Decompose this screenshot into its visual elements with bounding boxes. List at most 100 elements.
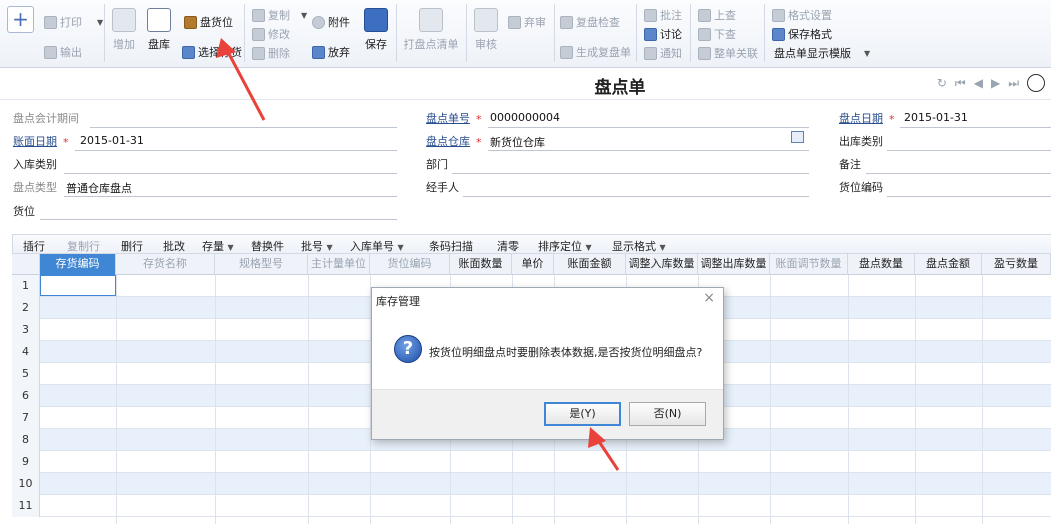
format-settings-label: 格式设置 (788, 9, 832, 22)
dept-input[interactable] (452, 173, 809, 174)
column-header[interactable]: 账面数量 (450, 254, 512, 275)
stock-button[interactable]: 存量 ▼ (202, 238, 234, 254)
out-type-input[interactable] (887, 150, 1051, 151)
table-row[interactable]: 11 (12, 495, 1051, 517)
inventory-button[interactable]: 盘库 (143, 8, 175, 52)
column-header[interactable]: 账面金额 (554, 254, 626, 275)
unaudit-button[interactable]: 弃审 (508, 14, 546, 30)
barcode-button[interactable]: 条码扫描 (429, 238, 473, 254)
modify-button[interactable]: 修改 (252, 26, 290, 42)
search-icon[interactable] (1027, 74, 1045, 92)
template-select[interactable]: 盘点单显示模版 ▼ (774, 45, 870, 61)
table-row[interactable]: 10 (12, 473, 1051, 495)
chevron-down-icon: ▼ (397, 243, 404, 252)
count-date-input[interactable] (900, 127, 1051, 128)
lookup-icon[interactable] (791, 131, 804, 143)
table-row[interactable]: 9 (12, 451, 1051, 473)
count-type-input[interactable] (64, 196, 397, 197)
last-record-icon[interactable]: ⏭ (1008, 76, 1019, 92)
column-header[interactable]: 盈亏数量 (982, 254, 1051, 275)
copy-row-button[interactable]: 复制行 (67, 238, 100, 254)
add-tab-button[interactable]: + (7, 6, 34, 33)
column-header[interactable]: 单价 (512, 254, 554, 275)
delete-button[interactable]: 删除 (252, 45, 290, 61)
doc-no-input[interactable] (488, 127, 809, 128)
discuss-button[interactable]: 讨论 (644, 26, 682, 42)
attach-button[interactable]: 附件 (312, 14, 350, 30)
next-record-icon[interactable]: ▶ (991, 76, 1000, 92)
in-type-input[interactable] (64, 173, 397, 174)
in-type-field: 入库类别 (13, 154, 57, 174)
column-header[interactable]: 调整入库数量 (626, 254, 698, 275)
export-button[interactable]: 输出 (44, 44, 82, 60)
format-icon (772, 8, 785, 22)
print-list-button[interactable]: 打盘点清单 (402, 8, 460, 52)
refresh-icon[interactable]: ↻ (937, 76, 947, 92)
first-record-icon[interactable]: ⏮ (955, 76, 966, 92)
column-header[interactable]: 货位编码 (370, 254, 450, 275)
handler-input[interactable] (463, 196, 809, 197)
notify-button[interactable]: 通知 (644, 45, 682, 61)
location-count-icon (184, 15, 197, 29)
column-header[interactable]: 存货编码 (40, 254, 116, 275)
replace-button[interactable]: 替换件 (251, 238, 284, 254)
no-button[interactable]: 否(N) (629, 402, 706, 426)
abandon-button[interactable]: 放弃 (312, 44, 350, 60)
audit-button[interactable]: 审核 (470, 8, 502, 52)
printer-icon (44, 15, 57, 29)
save-button[interactable]: 保存 (360, 8, 392, 52)
delete-row-button[interactable]: 删行 (121, 238, 143, 254)
location-label: 货位 (13, 205, 35, 218)
column-header[interactable]: 账面调节数量 (770, 254, 848, 275)
recheck-label: 复盘检查 (576, 16, 620, 29)
format-settings-button[interactable]: 格式设置 (772, 7, 832, 23)
print-button[interactable]: 打印 ▼ (44, 14, 103, 30)
book-date-value: 2015-01-31 (80, 134, 144, 147)
column-header[interactable]: 盘点金额 (915, 254, 982, 275)
discuss-label: 讨论 (660, 28, 682, 41)
in-no-button[interactable]: 入库单号 ▼ (350, 238, 404, 254)
yes-button[interactable]: 是(Y) (544, 402, 621, 426)
warehouse-input[interactable] (488, 150, 809, 151)
copy-button[interactable]: 复制 ▼ (252, 7, 307, 23)
save-format-button[interactable]: 保存格式 (772, 26, 832, 42)
column-header[interactable]: 盘点数量 (848, 254, 915, 275)
lookup-up-button[interactable]: 上查 (698, 7, 736, 23)
close-icon[interactable]: × (703, 290, 715, 306)
recheck-button[interactable]: 复盘检查 (560, 14, 620, 30)
location-field: 货位 (13, 201, 35, 221)
remark-input[interactable] (866, 173, 1051, 174)
new-button[interactable]: 增加 (108, 8, 140, 52)
location-count-button[interactable]: 盘货位 (184, 14, 233, 30)
select-location-icon (182, 45, 195, 59)
doc-no-value: 0000000004 (490, 111, 560, 124)
column-header[interactable]: 调整出库数量 (698, 254, 770, 275)
prev-record-icon[interactable]: ◀ (974, 76, 983, 92)
dialog-footer: 是(Y) 否(N) (372, 389, 723, 439)
select-location-button[interactable]: 选择存货 (182, 44, 242, 60)
lookup-down-button[interactable]: 下查 (698, 26, 736, 42)
lookup-up-label: 上查 (714, 9, 736, 22)
column-header[interactable]: 存货名称 (116, 254, 215, 275)
insert-row-button[interactable]: 插行 (23, 238, 45, 254)
annotate-button[interactable]: 批注 (644, 7, 682, 23)
selected-cell[interactable] (40, 275, 116, 296)
column-header[interactable]: 规格型号 (215, 254, 308, 275)
count-type-value: 普通仓库盘点 (66, 182, 132, 195)
sort-button[interactable]: 排序定位 ▼ (538, 238, 592, 254)
save-format-label: 保存格式 (788, 28, 832, 41)
batch-no-button[interactable]: 批号 ▼ (301, 238, 333, 254)
clear-button[interactable]: 清零 (497, 238, 519, 254)
period-input[interactable] (90, 127, 397, 128)
gen-recheck-button[interactable]: 生成复盘单 (560, 44, 631, 60)
toolbar-divider (466, 4, 467, 62)
row-number: 2 (12, 297, 40, 319)
column-header[interactable]: 主计量单位 (308, 254, 370, 275)
recheck-icon (560, 15, 573, 29)
book-date-input[interactable] (75, 150, 397, 151)
display-format-button[interactable]: 显示格式 ▼ (612, 238, 666, 254)
location-input[interactable] (40, 219, 397, 220)
link-all-button[interactable]: 整单关联 (698, 45, 758, 61)
batch-edit-button[interactable]: 批改 (163, 238, 185, 254)
loc-code-input[interactable] (887, 196, 1051, 197)
